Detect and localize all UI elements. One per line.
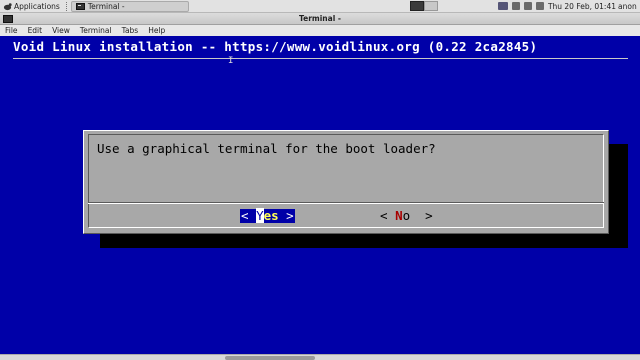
panel-separator	[65, 1, 68, 11]
workspace-2[interactable]	[423, 1, 438, 11]
top-panel: Applications Terminal - Thu 20 Feb, 01:4…	[0, 0, 640, 13]
menu-file[interactable]: File	[5, 26, 18, 35]
terminal-area[interactable]: Void Linux installation -- https://www.v…	[0, 36, 640, 354]
yes-suffix: >	[278, 208, 294, 223]
heading-rule	[13, 58, 628, 59]
yes-rest: es	[263, 208, 279, 223]
scrollbar-thumb[interactable]	[225, 356, 315, 360]
taskbar-terminal-label: Terminal -	[87, 1, 125, 11]
no-prefix: <	[380, 208, 396, 223]
yesno-dialog: Use a graphical terminal for the boot lo…	[83, 130, 609, 234]
clock[interactable]: Thu 20 Feb, 01:41	[548, 2, 616, 11]
window-titlebar[interactable]: Terminal -	[0, 13, 640, 25]
dialog-button-row	[88, 204, 604, 228]
installer-heading: Void Linux installation -- https://www.v…	[13, 39, 538, 54]
horizontal-scrollbar[interactable]	[0, 354, 640, 360]
no-hotkey: N	[395, 208, 403, 223]
menu-edit[interactable]: Edit	[28, 26, 43, 35]
workspace-switcher[interactable]	[409, 1, 438, 11]
system-tray	[497, 2, 544, 10]
yes-button[interactable]: < Yes >	[240, 208, 295, 223]
power-icon[interactable]	[511, 2, 520, 10]
network-icon[interactable]	[497, 2, 508, 10]
menu-view[interactable]: View	[52, 26, 70, 35]
menubar: File Edit View Terminal Tabs Help	[0, 25, 640, 36]
menu-help[interactable]: Help	[148, 26, 165, 35]
menu-terminal[interactable]: Terminal	[80, 26, 112, 35]
no-rest: o	[402, 208, 411, 223]
taskbar-terminal-button[interactable]: Terminal -	[70, 0, 189, 12]
workspace-1[interactable]	[409, 1, 424, 11]
menu-tabs[interactable]: Tabs	[122, 26, 139, 35]
no-suffix: >	[410, 208, 433, 223]
xfce-mouse-icon	[3, 2, 12, 10]
window-title: Terminal -	[299, 14, 341, 23]
applications-label: Applications	[14, 1, 60, 11]
yes-prefix: <	[241, 208, 257, 223]
notification-icon[interactable]	[535, 2, 544, 10]
yes-hotkey: Y	[256, 208, 264, 223]
mouse-cursor-icon: I	[228, 56, 234, 66]
volume-icon[interactable]	[523, 2, 532, 10]
user-menu[interactable]: anon	[618, 2, 640, 11]
terminal-icon	[75, 2, 85, 10]
no-button[interactable]: < No >	[380, 209, 433, 223]
dialog-question: Use a graphical terminal for the boot lo…	[97, 141, 436, 156]
applications-menu[interactable]: Applications	[0, 0, 64, 13]
